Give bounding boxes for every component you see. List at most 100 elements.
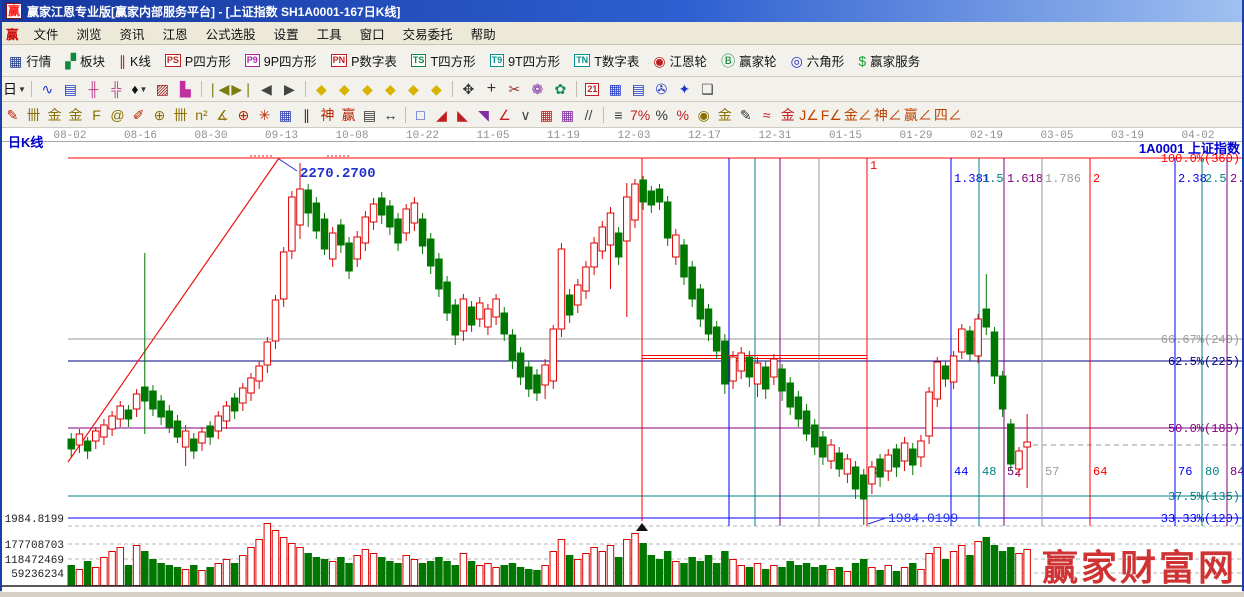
menu-item-0[interactable]: 文件: [25, 24, 68, 43]
winner-service-button[interactable]: $赢家服务: [851, 48, 927, 74]
prev-button[interactable]: ◀: [256, 80, 277, 99]
ruler-tool[interactable]: ▤: [360, 105, 379, 124]
level-scale-tool[interactable]: ≡: [609, 105, 628, 124]
p9-square-button[interactable]: P99P四方形: [238, 48, 324, 74]
angle-tool[interactable]: ∠: [495, 105, 514, 124]
gann-fan2-tool[interactable]: ◣: [453, 105, 472, 124]
zoom-left-button[interactable]: ◆: [311, 80, 332, 99]
expand-all-button[interactable]: ◆: [426, 80, 447, 99]
percent7-tool[interactable]: 7%: [630, 105, 650, 124]
calculator-button[interactable]: ▦: [605, 80, 626, 99]
p-number-button[interactable]: PNP数字表: [324, 48, 404, 74]
notebook-button[interactable]: ▤: [628, 80, 649, 99]
save-button[interactable]: ✇: [651, 80, 672, 99]
volume-bar: [378, 558, 385, 586]
menu-item-6[interactable]: 工具: [308, 24, 351, 43]
menu-item-2[interactable]: 资讯: [111, 24, 154, 43]
angle-gold-tool[interactable]: 金∠: [844, 105, 872, 124]
check-lines-tool[interactable]: ∨: [516, 105, 535, 124]
angle-ying-tool[interactable]: 赢∠: [904, 105, 932, 124]
drag-hand-button[interactable]: ✥: [458, 80, 479, 99]
next-button[interactable]: ▶: [279, 80, 300, 99]
gold-square2-tool[interactable]: 金: [66, 105, 85, 124]
t-number-button[interactable]: TNT数字表: [567, 48, 646, 74]
spiral-tool[interactable]: @: [108, 105, 127, 124]
measure-lines-tool[interactable]: ∥: [297, 105, 316, 124]
gold-circle-tool[interactable]: ◉: [694, 105, 713, 124]
menu-item-8[interactable]: 交易委托: [394, 24, 462, 43]
last-page-button[interactable]: ▶❘: [231, 80, 254, 99]
blue-grid-tool[interactable]: ▦: [276, 105, 295, 124]
width-measure-tool[interactable]: ↔: [381, 105, 400, 124]
percent-line-tool[interactable]: %: [673, 105, 692, 124]
print-button[interactable]: ❏: [697, 80, 718, 99]
candle-type-selector[interactable]: ♦▼: [129, 80, 150, 99]
app-menu-icon[interactable]: 赢: [2, 24, 25, 43]
gold-lines-tool[interactable]: 金: [715, 105, 734, 124]
angle-mirror-tool[interactable]: ∡: [213, 105, 232, 124]
shen-grid-tool[interactable]: 神: [318, 105, 337, 124]
red-grid-tool[interactable]: ▦: [537, 105, 556, 124]
hexagon-button[interactable]: ◎六角形: [784, 48, 852, 74]
gold-square1-tool[interactable]: 金: [45, 105, 64, 124]
gold-red-tool[interactable]: 金: [778, 105, 797, 124]
ying-grid-tool[interactable]: 赢: [339, 105, 358, 124]
menu-item-3[interactable]: 江恩: [154, 24, 197, 43]
info-list-icon[interactable]: ▤: [60, 80, 81, 99]
calendar-button[interactable]: 21: [582, 80, 603, 99]
n-square-tool[interactable]: n²: [192, 105, 211, 124]
t-square-button[interactable]: TST四方形: [404, 48, 483, 74]
circle-cross-tool[interactable]: ⊕: [234, 105, 253, 124]
histogram-icon[interactable]: ▙: [175, 80, 196, 99]
menu-item-9[interactable]: 帮助: [462, 24, 505, 43]
zoom-right-button[interactable]: ◆: [334, 80, 355, 99]
gann-fan3-tool[interactable]: ◥: [474, 105, 493, 124]
expand-h-button[interactable]: ◆: [357, 80, 378, 99]
quotes-button[interactable]: ▦行情: [2, 48, 58, 74]
knot-button[interactable]: ✿: [550, 80, 571, 99]
pattern-icon[interactable]: ▨: [152, 80, 173, 99]
chart-label: 1984.8199: [5, 514, 64, 526]
tools-button[interactable]: ✦: [674, 80, 695, 99]
kline-button[interactable]: ∥K线: [112, 48, 158, 74]
angle-j-tool[interactable]: J∠: [799, 105, 819, 124]
angle-si-tool[interactable]: 四∠: [934, 105, 962, 124]
red-pencil-tool[interactable]: ✐: [129, 105, 148, 124]
comb2-tool[interactable]: 卌: [171, 105, 190, 124]
fibonacci-tool[interactable]: F: [87, 105, 106, 124]
gann-wheel-button[interactable]: ◉江恩轮: [646, 48, 714, 74]
pencil-tool[interactable]: ✎: [3, 105, 22, 124]
p-square-button[interactable]: PSP四方形: [158, 48, 238, 74]
purple-grid-tool[interactable]: ▦: [558, 105, 577, 124]
first-page-button[interactable]: ❘◀: [207, 80, 230, 99]
parallel-lines-tool[interactable]: //: [579, 105, 598, 124]
crosshair-button[interactable]: +: [481, 80, 502, 99]
title-bar[interactable]: 赢 赢家江恩专业版[赢家内部服务平台] - [上证指数 SH1A0001-167…: [2, 0, 1242, 22]
trend-tool-icon[interactable]: ∿: [37, 80, 58, 99]
compress-h-button[interactable]: ◆: [380, 80, 401, 99]
winner-wheel-button[interactable]: Ⓑ赢家轮: [714, 48, 784, 74]
box-tool[interactable]: □: [411, 105, 430, 124]
chart9-icon[interactable]: ╬: [106, 80, 127, 99]
chart-canvas[interactable]: 日K线 08-0208-1608-3009-1310-0810-2211-051…: [2, 128, 1242, 592]
menu-item-7[interactable]: 窗口: [351, 24, 394, 43]
menu-item-4[interactable]: 公式选股: [197, 24, 265, 43]
gann-fan1-tool[interactable]: ◢: [432, 105, 451, 124]
angle-f-tool[interactable]: F∠: [821, 105, 842, 124]
angle-shen-tool[interactable]: 神∠: [874, 105, 902, 124]
t9-square-button[interactable]: T99T四方形: [483, 48, 568, 74]
compress-all-button[interactable]: ◆: [403, 80, 424, 99]
period-day-selector[interactable]: 日▼: [3, 80, 26, 99]
chart3-icon[interactable]: ╫: [83, 80, 104, 99]
starburst-tool[interactable]: ✳: [255, 105, 274, 124]
comb-tool[interactable]: 卌: [24, 105, 43, 124]
wave-av-tool[interactable]: ≈: [757, 105, 776, 124]
compass-tool[interactable]: ⊕: [150, 105, 169, 124]
cut-button[interactable]: ✂: [504, 80, 525, 99]
menu-item-5[interactable]: 设置: [265, 24, 308, 43]
sectors-button[interactable]: ▞板块: [58, 48, 112, 74]
pencil-lines-tool[interactable]: ✎: [736, 105, 755, 124]
flask-button[interactable]: ❁: [527, 80, 548, 99]
percent-tool[interactable]: %: [652, 105, 671, 124]
menu-item-1[interactable]: 浏览: [68, 24, 111, 43]
